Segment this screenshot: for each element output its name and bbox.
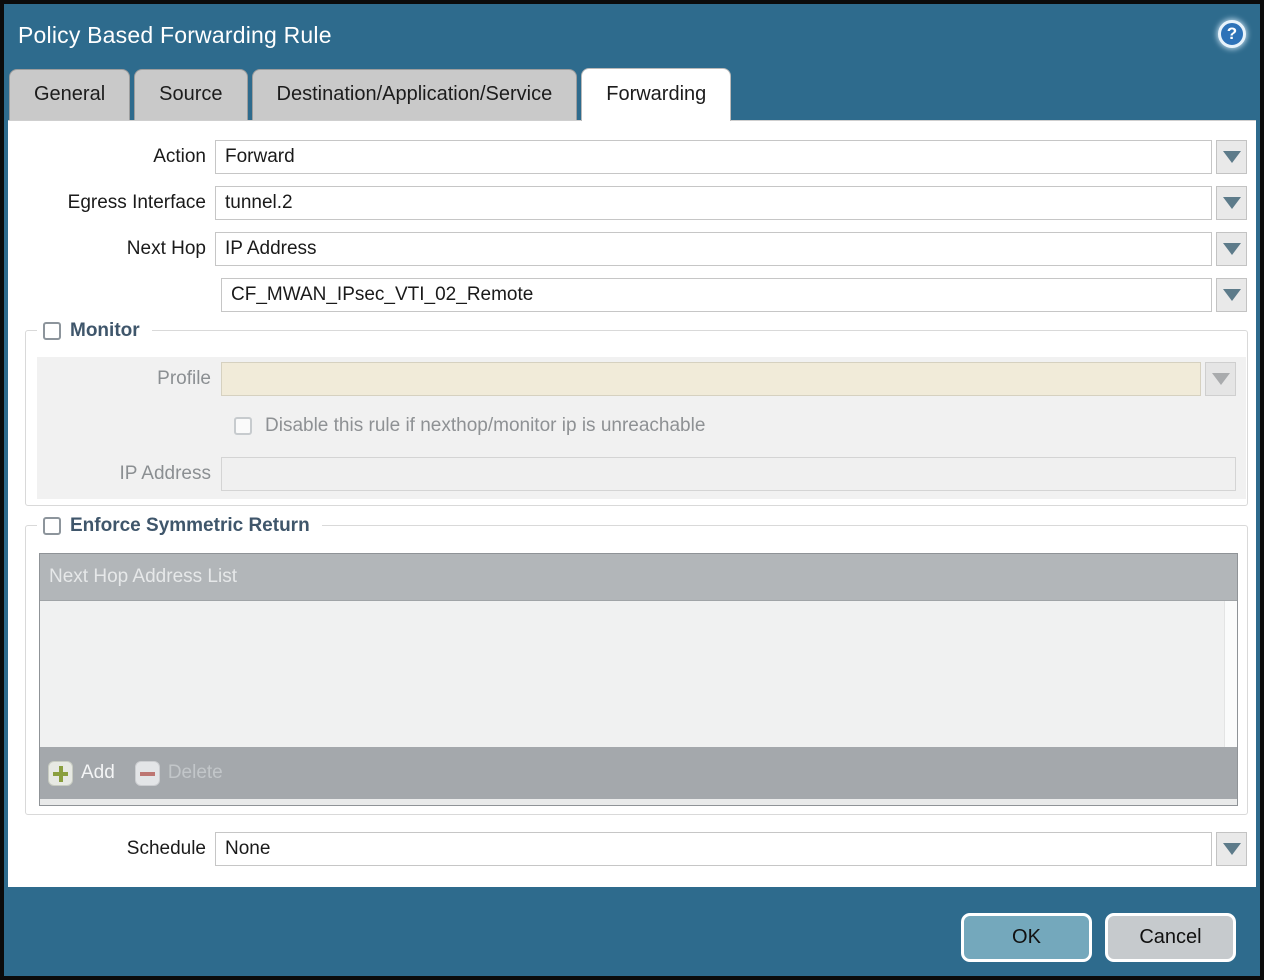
- monitor-checkbox[interactable]: [43, 322, 61, 340]
- chevron-down-icon: [1223, 289, 1241, 301]
- plus-icon: [48, 761, 73, 786]
- minus-icon: [135, 761, 160, 786]
- action-row: Action Forward: [8, 140, 1247, 174]
- next-hop-address-list-header-label: Next Hop Address List: [49, 566, 237, 588]
- disable-rule-row: Disable this rule if nexthop/monitor ip …: [37, 415, 1246, 437]
- monitor-ip-address-row: IP Address: [37, 457, 1236, 491]
- add-button[interactable]: Add: [48, 761, 115, 786]
- tab-bar: General Source Destination/Application/S…: [4, 67, 1260, 120]
- next-hop-address-select[interactable]: CF_MWAN_IPsec_VTI_02_Remote: [221, 278, 1212, 312]
- monitor-ip-address-label: IP Address: [37, 463, 221, 485]
- ok-button[interactable]: OK: [961, 913, 1092, 962]
- egress-interface-row: Egress Interface tunnel.2: [8, 186, 1247, 220]
- enforce-symmetric-return-legend-label: Enforce Symmetric Return: [70, 515, 310, 537]
- monitor-legend-label: Monitor: [70, 320, 140, 342]
- tab-destination-application-service[interactable]: Destination/Application/Service: [252, 69, 578, 120]
- enforce-symmetric-return-legend: Enforce Symmetric Return: [37, 514, 322, 538]
- next-hop-address-dropdown-button[interactable]: [1216, 278, 1247, 312]
- egress-interface-dropdown-button[interactable]: [1216, 186, 1247, 220]
- profile-label: Profile: [37, 368, 221, 390]
- next-hop-dropdown-button[interactable]: [1216, 232, 1247, 266]
- next-hop-address-list-header: Next Hop Address List: [40, 554, 1237, 601]
- next-hop-address-list-body: [40, 601, 1237, 747]
- dialog-titlebar: Policy Based Forwarding Rule ?: [4, 4, 1260, 67]
- monitor-ip-address-input: [221, 457, 1236, 491]
- next-hop-select[interactable]: IP Address: [215, 232, 1212, 266]
- scrollbar-track: [1224, 601, 1237, 747]
- dialog-title: Policy Based Forwarding Rule: [18, 22, 332, 49]
- help-icon[interactable]: ?: [1218, 20, 1246, 48]
- chevron-down-icon: [1223, 843, 1241, 855]
- dialog-footer: OK Cancel: [4, 887, 1260, 976]
- action-label: Action: [8, 146, 215, 168]
- tab-source[interactable]: Source: [134, 69, 247, 120]
- chevron-down-icon: [1212, 373, 1230, 385]
- tab-forwarding[interactable]: Forwarding: [581, 68, 731, 121]
- schedule-label: Schedule: [8, 838, 215, 860]
- tab-general[interactable]: General: [9, 69, 130, 120]
- monitor-legend: Monitor: [37, 319, 152, 343]
- profile-select: [221, 362, 1201, 396]
- forwarding-tab-panel: Action Forward Egress Interface tunnel.2…: [8, 120, 1256, 887]
- pbf-rule-dialog: Policy Based Forwarding Rule ? General S…: [0, 0, 1264, 980]
- schedule-dropdown-button[interactable]: [1216, 832, 1247, 866]
- egress-interface-select[interactable]: tunnel.2: [215, 186, 1212, 220]
- monitor-panel: Profile Disable this rule if nexthop/mon…: [37, 357, 1246, 499]
- profile-dropdown-button: [1205, 362, 1236, 396]
- chevron-down-icon: [1223, 243, 1241, 255]
- table-bottom-strip: [40, 799, 1237, 805]
- next-hop-address-row: CF_MWAN_IPsec_VTI_02_Remote: [8, 278, 1247, 312]
- schedule-select[interactable]: None: [215, 832, 1212, 866]
- chevron-down-icon: [1223, 151, 1241, 163]
- next-hop-label: Next Hop: [8, 238, 215, 260]
- next-hop-address-list-toolbar: Add Delete: [40, 747, 1237, 799]
- disable-rule-label: Disable this rule if nexthop/monitor ip …: [265, 415, 705, 437]
- delete-button-label: Delete: [168, 762, 223, 784]
- delete-button: Delete: [135, 761, 223, 786]
- next-hop-address-list-table: Next Hop Address List Add Delete: [39, 553, 1238, 806]
- chevron-down-icon: [1223, 197, 1241, 209]
- schedule-row: Schedule None: [8, 832, 1247, 866]
- disable-rule-checkbox: [234, 417, 252, 435]
- action-select[interactable]: Forward: [215, 140, 1212, 174]
- action-dropdown-button[interactable]: [1216, 140, 1247, 174]
- cancel-button[interactable]: Cancel: [1105, 913, 1236, 962]
- enforce-symmetric-return-fieldset: Enforce Symmetric Return Next Hop Addres…: [25, 525, 1248, 815]
- egress-interface-label: Egress Interface: [8, 192, 215, 214]
- add-button-label: Add: [81, 762, 115, 784]
- monitor-fieldset: Monitor Profile Disable this rule if nex…: [25, 330, 1248, 506]
- help-glyph: ?: [1227, 24, 1237, 44]
- next-hop-row: Next Hop IP Address: [8, 232, 1247, 266]
- enforce-symmetric-return-checkbox[interactable]: [43, 517, 61, 535]
- profile-row: Profile: [37, 362, 1236, 396]
